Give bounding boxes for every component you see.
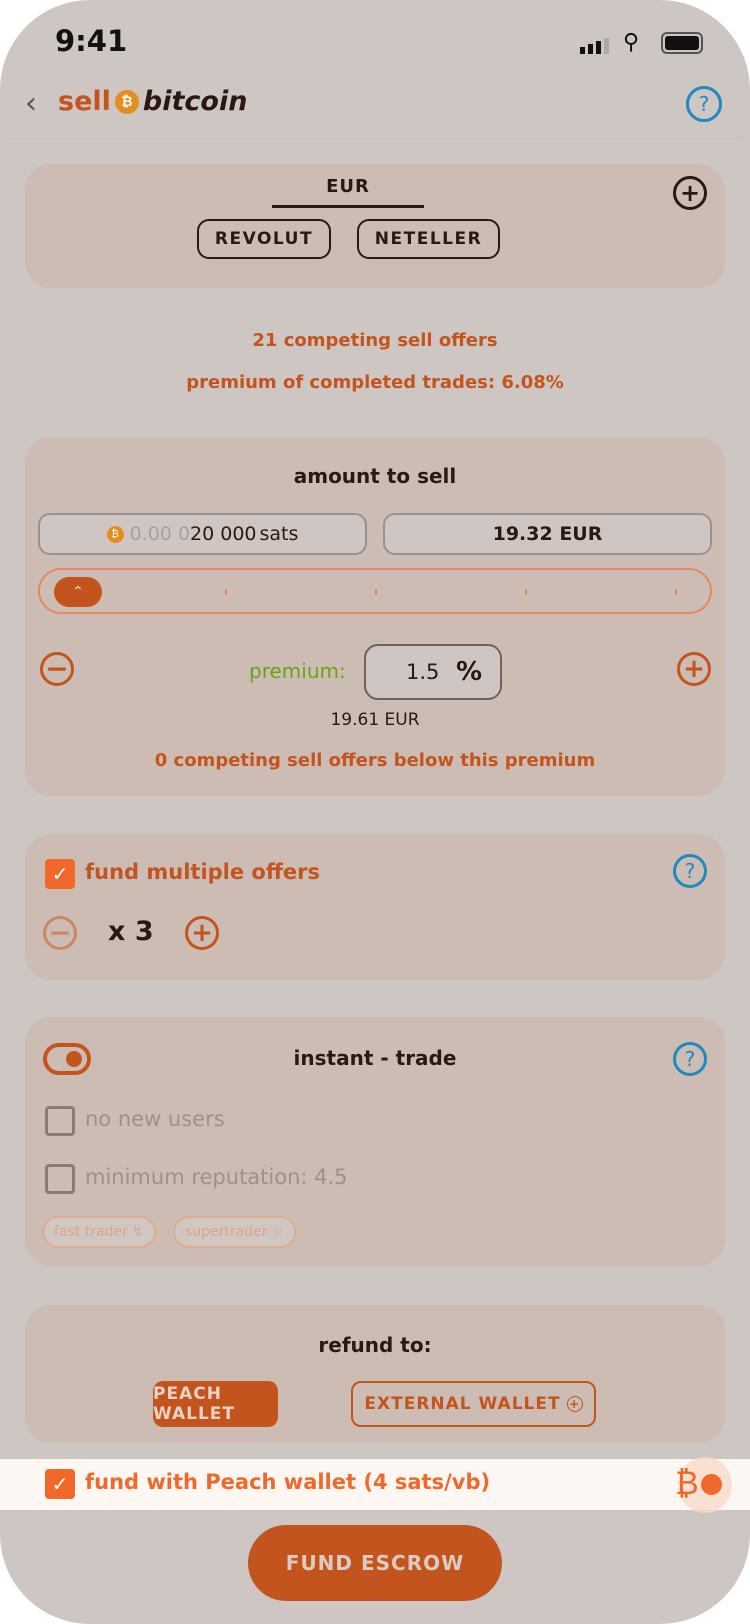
premium-unit: %: [455, 657, 482, 687]
bitcoin-icon: ₿: [106, 525, 124, 543]
fund-escrow-button[interactable]: FUND ESCROW: [248, 1525, 502, 1601]
slider-thumb-icon[interactable]: ⌃: [54, 577, 102, 607]
help-button[interactable]: ?: [686, 86, 722, 122]
amount-slider[interactable]: ⌃: [38, 568, 712, 614]
payment-methods-card: EUR + REVOLUT NETELLER: [25, 164, 725, 288]
title-sell: sell: [58, 86, 111, 117]
fund-multiple-label: fund multiple offers: [85, 860, 320, 884]
fund-with-peach-row: ✓ fund with Peach wallet (4 sats/vb) ₿: [0, 1457, 750, 1513]
price-with-premium: 19.61 EUR: [330, 710, 420, 730]
external-wallet-label: EXTERNAL WALLET: [364, 1394, 561, 1414]
fiat-input[interactable]: 19.32 EUR: [383, 513, 712, 555]
competing-offers: 21 competing sell offers: [252, 330, 498, 351]
decrease-count-button[interactable]: −: [43, 916, 77, 950]
premium-input[interactable]: 1.5 %: [364, 644, 502, 700]
star-icon: ☆: [271, 1224, 285, 1240]
competing-below: 0 competing sell offers below this premi…: [154, 750, 596, 771]
increase-count-button[interactable]: +: [185, 916, 219, 950]
title-bitcoin: bitcoin: [142, 86, 248, 117]
back-button[interactable]: ‹: [25, 86, 37, 121]
add-currency-button[interactable]: +: [673, 176, 707, 210]
tag-fast-trader[interactable]: fast trader ↯: [42, 1216, 156, 1248]
increase-premium-button[interactable]: +: [677, 652, 711, 686]
lightning-icon: ↯: [131, 1224, 144, 1240]
sats-unit: sats: [259, 523, 299, 545]
tag-label: supertrader: [185, 1224, 268, 1240]
no-new-users-checkbox[interactable]: [45, 1106, 75, 1136]
premium-value: 1.5: [406, 660, 440, 684]
peach-wallet-button[interactable]: PEACH WALLET: [153, 1381, 278, 1427]
min-reputation-label: minimum reputation: 4.5: [85, 1165, 348, 1189]
status-time: 9:41: [55, 24, 128, 58]
fund-multiple-checkbox[interactable]: ✓: [45, 859, 75, 889]
tab-eur[interactable]: EUR: [272, 176, 424, 208]
wifi-icon: ⚲: [623, 30, 640, 55]
page-title: sell ₿ bitcoin: [58, 86, 247, 117]
instant-trade-title: instant - trade: [293, 1046, 457, 1070]
bitcoin-toggle-icon[interactable]: ₿: [675, 1464, 699, 1502]
method-revolut[interactable]: REVOLUT: [197, 219, 331, 259]
tag-supertrader[interactable]: supertrader ☆: [173, 1216, 297, 1248]
instant-trade-card: instant - trade ? no new users minimum r…: [25, 1017, 725, 1266]
min-reputation-checkbox[interactable]: [45, 1164, 75, 1194]
no-new-users-label: no new users: [85, 1107, 225, 1131]
fund-with-peach-label: fund with Peach wallet (4 sats/vb): [85, 1470, 491, 1494]
header-divider: [8, 138, 742, 139]
multiple-help-button[interactable]: ?: [673, 854, 707, 888]
btc-prefix: 0.00 0: [129, 523, 191, 545]
refund-title: refund to:: [318, 1333, 432, 1357]
premium-label: premium:: [249, 659, 346, 683]
decrease-premium-button[interactable]: −: [40, 652, 74, 686]
refund-card: refund to: PEACH WALLET EXTERNAL WALLET +: [25, 1305, 725, 1443]
premium-completed: premium of completed trades: 6.08%: [186, 372, 564, 393]
battery-icon: [661, 32, 703, 54]
offer-count: x 3: [108, 916, 154, 947]
sats-input[interactable]: ₿ 0.00 0 20 000 sats: [38, 513, 367, 555]
fund-with-peach-checkbox[interactable]: ✓: [45, 1469, 75, 1499]
bitcoin-logo-icon: ₿: [114, 89, 139, 114]
amount-title: amount to sell: [293, 464, 457, 488]
tag-label: fast trader: [54, 1224, 128, 1240]
external-wallet-button[interactable]: EXTERNAL WALLET +: [351, 1381, 596, 1427]
signal-icon: [580, 38, 609, 54]
method-neteller[interactable]: NETELLER: [357, 219, 500, 259]
amount-card: amount to sell ₿ 0.00 0 20 000 sats 19.32 …: [25, 437, 725, 796]
plus-circle-icon: +: [566, 1396, 583, 1412]
instant-help-button[interactable]: ?: [673, 1042, 707, 1076]
screen: 9:41 ⚲ ‹ sell ₿ bitcoin ? EUR + REVOLUT …: [0, 0, 750, 1624]
multiple-offers-card: ✓ fund multiple offers ? − x 3 +: [25, 834, 725, 980]
sats-value: 20 000: [190, 523, 257, 545]
